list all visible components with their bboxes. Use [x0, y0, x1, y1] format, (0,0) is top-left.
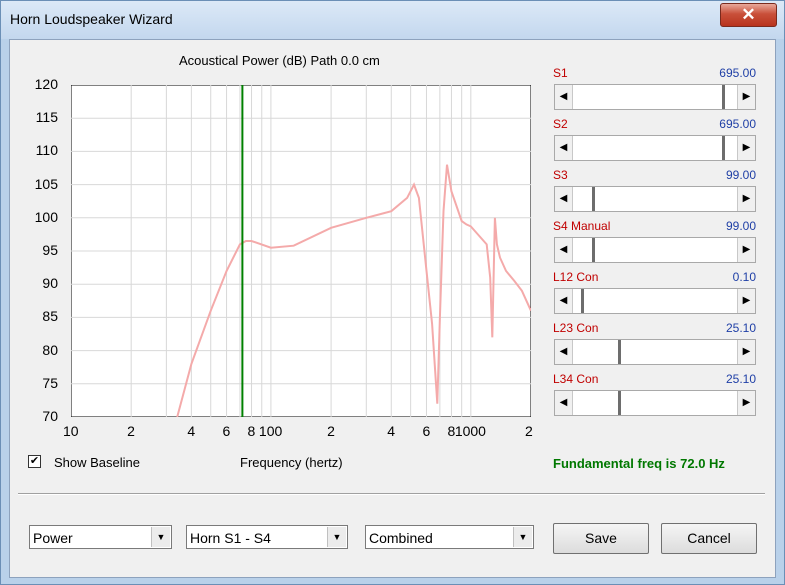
scroll-right-icon[interactable]: ▶: [737, 187, 755, 211]
show-baseline-checkbox[interactable]: ✔: [28, 455, 41, 468]
display-mode-value: Power: [33, 530, 73, 546]
slider-track[interactable]: ◀ ▶: [554, 186, 756, 212]
y-tick-label: 70: [42, 408, 58, 424]
scroll-right-icon[interactable]: ▶: [737, 391, 755, 415]
slider-value: 695.00: [719, 117, 756, 131]
close-button[interactable]: ✕: [720, 3, 777, 27]
chevron-down-icon[interactable]: ▼: [151, 527, 170, 547]
slider-label: L12 Con: [553, 270, 599, 284]
slider-thumb[interactable]: [592, 238, 597, 262]
scroll-left-icon[interactable]: ◀: [555, 187, 573, 211]
scroll-right-icon[interactable]: ▶: [737, 289, 755, 313]
cancel-button[interactable]: Cancel: [661, 523, 757, 554]
slider-value: 0.10: [732, 270, 756, 284]
plot-title: Acoustical Power (dB) Path 0.0 cm: [179, 53, 380, 68]
slider-value: 25.10: [725, 372, 756, 386]
slider-label: S2: [553, 117, 568, 131]
x-tick-label: 1000: [454, 423, 486, 439]
scroll-left-icon[interactable]: ◀: [555, 136, 573, 160]
x-tick-label: 8: [247, 423, 256, 439]
slider-thumb[interactable]: [592, 187, 597, 211]
display-mode-select[interactable]: Power ▼: [29, 525, 172, 549]
x-tick-label: 2: [525, 423, 533, 439]
y-tick-label: 75: [42, 374, 58, 391]
slider-label: L23 Con: [553, 321, 599, 335]
show-baseline-label[interactable]: Show Baseline: [54, 455, 140, 470]
slider-value: 25.10: [725, 321, 756, 335]
slider-label: L34 Con: [553, 372, 599, 386]
slider-track[interactable]: ◀ ▶: [554, 390, 756, 416]
scroll-right-icon[interactable]: ▶: [737, 85, 755, 109]
separator: [18, 493, 765, 495]
scroll-right-icon[interactable]: ▶: [737, 340, 755, 364]
x-tick-label: 6: [222, 423, 231, 439]
slider-thumb[interactable]: [581, 289, 586, 313]
y-tick-label: 105: [34, 175, 58, 192]
x-tick-label: 6: [422, 423, 431, 439]
y-tick-label: 90: [42, 275, 58, 292]
y-tick-label: 80: [42, 341, 58, 358]
slider-value: 99.00: [725, 168, 756, 182]
close-icon: ✕: [741, 5, 756, 24]
y-tick-label: 95: [42, 242, 58, 258]
checkmark-icon: ✔: [29, 455, 40, 467]
path-mode-value: Combined: [369, 530, 433, 546]
slider-value: 695.00: [719, 66, 756, 80]
slider-track[interactable]: ◀ ▶: [554, 135, 756, 161]
frequency-response-plot: [71, 85, 531, 417]
chevron-down-icon[interactable]: ▼: [327, 527, 346, 547]
slider-thumb[interactable]: [618, 340, 623, 364]
horn-section-select[interactable]: Horn S1 - S4 ▼: [186, 525, 348, 549]
save-button[interactable]: Save: [553, 523, 649, 554]
slider-thumb[interactable]: [618, 391, 623, 415]
y-tick-label: 85: [42, 308, 58, 325]
slider-track[interactable]: ◀ ▶: [554, 339, 756, 365]
y-tick-label: 115: [35, 109, 58, 126]
window-title: Horn Loudspeaker Wizard: [10, 11, 173, 27]
x-tick-label: 100: [258, 423, 283, 439]
scroll-left-icon[interactable]: ◀: [555, 85, 573, 109]
horn-section-value: Horn S1 - S4: [190, 530, 271, 546]
slider-label: S1: [553, 66, 568, 80]
scroll-right-icon[interactable]: ▶: [737, 136, 755, 160]
y-tick-label: 100: [34, 208, 58, 225]
scroll-left-icon[interactable]: ◀: [555, 238, 573, 262]
slider-value: 99.00: [725, 219, 756, 233]
fundamental-frequency-text: Fundamental freq is 72.0 Hz: [553, 456, 725, 471]
slider-label: S3: [553, 168, 568, 182]
path-mode-select[interactable]: Combined ▼: [365, 525, 534, 549]
scroll-left-icon[interactable]: ◀: [555, 391, 573, 415]
x-tick-label: 4: [387, 423, 396, 439]
y-tick-label: 120: [34, 76, 58, 92]
x-tick-label: 2: [327, 423, 335, 439]
scroll-right-icon[interactable]: ▶: [737, 238, 755, 262]
slider-track[interactable]: ◀ ▶: [554, 84, 756, 110]
slider-label: S4 Manual: [553, 219, 611, 233]
scroll-left-icon[interactable]: ◀: [555, 340, 573, 364]
x-tick-label: 2: [127, 423, 135, 439]
x-axis-label: Frequency (hertz): [240, 455, 343, 470]
slider-thumb[interactable]: [722, 136, 727, 160]
slider-thumb[interactable]: [722, 85, 727, 109]
y-tick-label: 110: [35, 142, 58, 159]
slider-track[interactable]: ◀ ▶: [554, 288, 756, 314]
x-tick-label: 10: [63, 423, 79, 439]
x-tick-label: 4: [187, 423, 196, 439]
chevron-down-icon[interactable]: ▼: [513, 527, 532, 547]
title-bar[interactable]: Horn Loudspeaker Wizard ✕: [1, 1, 784, 39]
scroll-left-icon[interactable]: ◀: [555, 289, 573, 313]
slider-track[interactable]: ◀ ▶: [554, 237, 756, 263]
